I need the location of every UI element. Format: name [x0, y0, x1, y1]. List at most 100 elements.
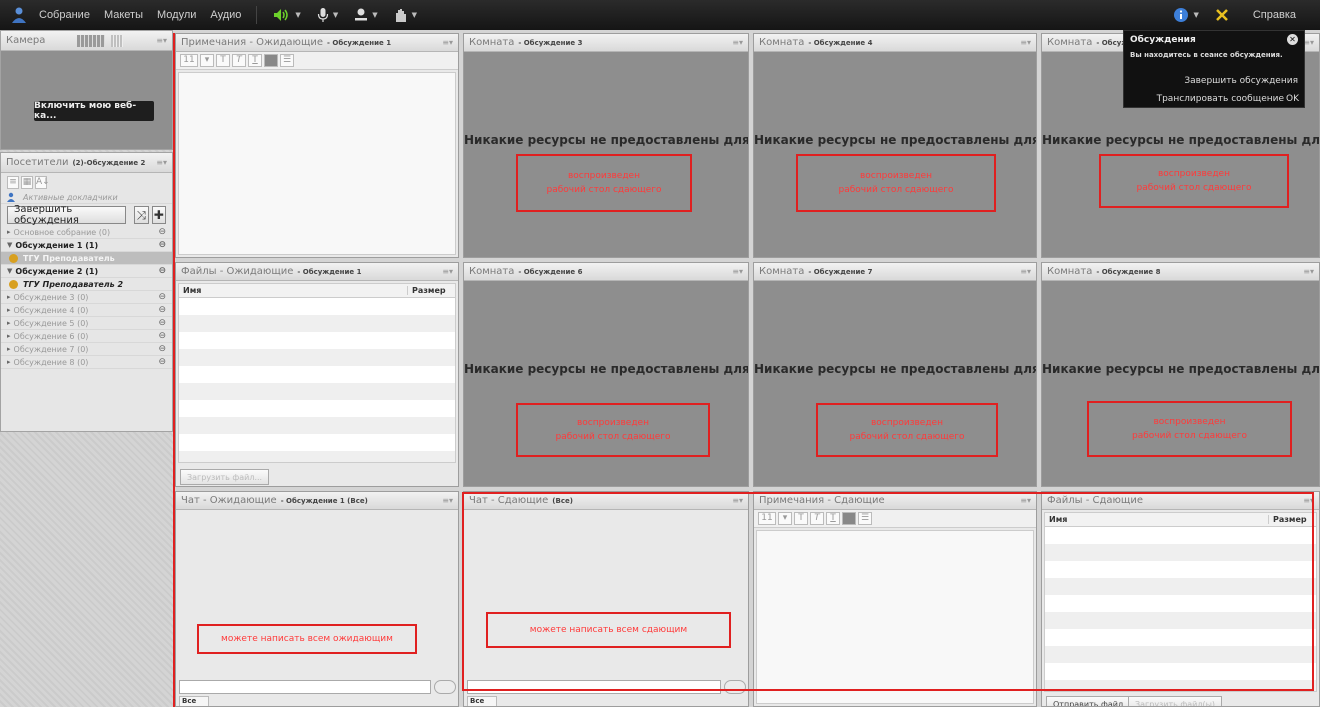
- sort-icon[interactable]: A↓: [35, 175, 50, 189]
- breakout-room-row[interactable]: ▼ Обсуждение 1 (1) ⊖: [1, 239, 172, 252]
- breakout-button[interactable]: [1209, 5, 1235, 25]
- expand-right-icon[interactable]: ▸: [7, 306, 11, 314]
- attendee-row[interactable]: ТГУ Преподаватель 2: [1, 278, 172, 291]
- color-icon[interactable]: [264, 54, 278, 67]
- pod-menu-icon[interactable]: ≡▾: [1020, 496, 1031, 505]
- pod-menu-icon[interactable]: ≡▾: [1020, 267, 1031, 276]
- col-size[interactable]: Размер: [1268, 515, 1316, 524]
- remove-room-icon[interactable]: ⊖: [158, 266, 166, 276]
- pod-menu-icon[interactable]: ≡▾: [732, 496, 743, 505]
- notes-toolbar: 11 ▾ T T T ☰: [754, 510, 1036, 528]
- italic-icon[interactable]: T: [810, 512, 824, 525]
- breakout-room-row[interactable]: ▼ Обсуждение 2 (1) ⊖: [1, 265, 172, 278]
- list-view-icon[interactable]: ≡: [7, 175, 19, 189]
- raise-hand-button[interactable]: ▼: [388, 5, 423, 25]
- breakout-room-row[interactable]: ▸ Обсуждение 7 (0) ⊖: [1, 343, 172, 356]
- col-name[interactable]: Имя: [179, 286, 407, 295]
- status-button[interactable]: ▼: [1167, 5, 1204, 25]
- help-menu[interactable]: Справка: [1253, 9, 1296, 21]
- breakout-room-row[interactable]: ▸ Обсуждение 4 (0) ⊖: [1, 304, 172, 317]
- breakout-room-row[interactable]: ▸ Обсуждение 3 (0) ⊖: [1, 291, 172, 304]
- files-table-header: Имя Размер: [1045, 513, 1316, 527]
- expand-down-icon[interactable]: ▼: [7, 241, 12, 249]
- color-icon[interactable]: [842, 512, 856, 525]
- shuffle-icon[interactable]: ⤨: [134, 206, 149, 224]
- italic-icon[interactable]: T: [232, 54, 246, 67]
- send-message-icon[interactable]: [724, 680, 746, 694]
- small-grid-icon[interactable]: [111, 34, 124, 47]
- chat-waiting-input[interactable]: [179, 680, 431, 694]
- popup-ok-button[interactable]: OK: [1286, 94, 1299, 104]
- chat-tab-all[interactable]: Все: [467, 696, 497, 706]
- bold-icon[interactable]: T: [794, 512, 808, 525]
- underline-icon[interactable]: T: [248, 54, 262, 67]
- close-icon[interactable]: ✕: [1287, 34, 1298, 45]
- pod-menu-icon[interactable]: ≡▾: [1020, 38, 1031, 47]
- notes-passing-text-area[interactable]: [756, 530, 1034, 704]
- bold-icon[interactable]: T: [216, 54, 230, 67]
- expand-right-icon[interactable]: ▸: [7, 228, 11, 236]
- pod-menu-icon[interactable]: ≡▾: [732, 38, 743, 47]
- notes-waiting-text-area[interactable]: [178, 72, 456, 255]
- menu-layouts[interactable]: Макеты: [97, 9, 150, 21]
- col-name[interactable]: Имя: [1045, 515, 1268, 524]
- chevron-down-icon[interactable]: ▾: [778, 512, 792, 525]
- upload-file-button[interactable]: Загрузить файл...: [180, 469, 270, 485]
- remove-room-icon[interactable]: ⊖: [158, 227, 166, 237]
- menu-audio[interactable]: Аудио: [203, 9, 248, 21]
- popup-broadcast-link[interactable]: Транслировать сообщение: [1157, 94, 1284, 104]
- breakout-room-row[interactable]: ▸ Обсуждение 8 (0) ⊖: [1, 356, 172, 369]
- breakout-room-row[interactable]: ▸ Обсуждение 6 (0) ⊖: [1, 330, 172, 343]
- pod-menu-icon[interactable]: ≡▾: [732, 267, 743, 276]
- webcam-button[interactable]: ▼: [348, 5, 383, 25]
- speaker-button[interactable]: ▼: [267, 5, 306, 25]
- bullet-list-icon[interactable]: ☰: [280, 54, 294, 67]
- pod-menu-icon[interactable]: ≡▾: [1303, 267, 1314, 276]
- breakout-view-icon[interactable]: ▦: [21, 175, 33, 189]
- pod-menu-icon[interactable]: ≡▾: [442, 38, 453, 47]
- font-size-select[interactable]: 11: [180, 54, 198, 67]
- app-logo-icon[interactable]: [6, 5, 32, 25]
- expand-right-icon[interactable]: ▸: [7, 345, 11, 353]
- remove-room-icon[interactable]: ⊖: [158, 305, 166, 315]
- room-pod-header: Комната - Обсуждение 7 ≡▾: [754, 263, 1036, 281]
- pod-menu-icon[interactable]: ≡▾: [156, 36, 167, 45]
- remove-room-icon[interactable]: ⊖: [158, 357, 166, 367]
- bullet-list-icon[interactable]: ☰: [858, 512, 872, 525]
- pod-menu-icon[interactable]: ≡▾: [442, 267, 453, 276]
- expand-right-icon[interactable]: ▸: [7, 319, 11, 327]
- font-size-select[interactable]: 11: [758, 512, 776, 525]
- add-room-icon[interactable]: ✚: [151, 206, 166, 224]
- popup-message: Вы находитесь в сеансе обсуждения.: [1130, 51, 1283, 59]
- end-breakouts-button[interactable]: Завершить обсуждения: [7, 204, 127, 226]
- remove-room-icon[interactable]: ⊖: [158, 331, 166, 341]
- remove-room-icon[interactable]: ⊖: [158, 240, 166, 250]
- breakout-room-row[interactable]: ▸ Обсуждение 5 (0) ⊖: [1, 317, 172, 330]
- col-size[interactable]: Размер: [407, 286, 455, 295]
- pod-menu-icon[interactable]: ≡▾: [442, 496, 453, 505]
- chat-passing-input[interactable]: [467, 680, 721, 694]
- chevron-down-icon[interactable]: ▾: [200, 54, 214, 67]
- remove-room-icon[interactable]: ⊖: [158, 318, 166, 328]
- menu-pods[interactable]: Модули: [150, 9, 203, 21]
- remove-room-icon[interactable]: ⊖: [158, 292, 166, 302]
- attendee-row[interactable]: ТГУ Преподаватель: [1, 252, 172, 265]
- breakout-room-row[interactable]: ▸ Основное собрание (0) ⊖: [1, 226, 172, 239]
- popup-end-breakouts-link[interactable]: Завершить обсуждения: [1184, 76, 1298, 86]
- grid-view-icon[interactable]: [77, 34, 106, 47]
- underline-icon[interactable]: T: [826, 512, 840, 525]
- chat-tab-all[interactable]: Все: [179, 696, 209, 706]
- remove-room-icon[interactable]: ⊖: [158, 344, 166, 354]
- expand-right-icon[interactable]: ▸: [7, 293, 11, 301]
- send-message-icon[interactable]: [434, 680, 456, 694]
- expand-right-icon[interactable]: ▸: [7, 358, 11, 366]
- start-webcam-button[interactable]: Включить мою веб-ка...: [34, 101, 154, 121]
- expand-right-icon[interactable]: ▸: [7, 332, 11, 340]
- expand-down-icon[interactable]: ▼: [7, 267, 12, 275]
- microphone-button[interactable]: ▼: [311, 5, 344, 25]
- download-files-button[interactable]: Загрузить файл(ы): [1128, 696, 1223, 706]
- pod-menu-icon[interactable]: ≡▾: [1303, 496, 1314, 505]
- pod-menu-icon[interactable]: ≡▾: [156, 158, 167, 167]
- menu-meeting[interactable]: Собрание: [32, 9, 97, 21]
- send-file-button[interactable]: Отправить файл...: [1046, 696, 1138, 706]
